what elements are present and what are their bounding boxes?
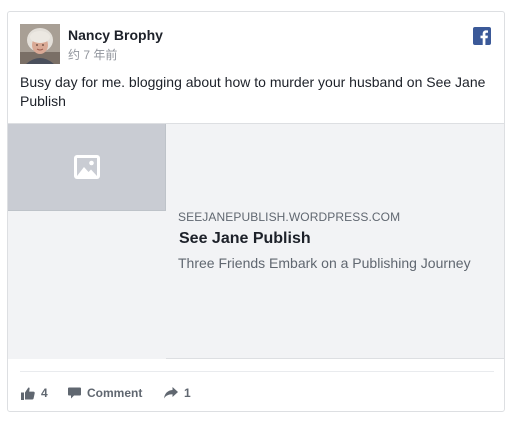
share-count: 1 <box>184 386 191 400</box>
link-description: Three Friends Embark on a Publishing Jou… <box>178 255 471 271</box>
share-arrow-icon <box>164 387 178 399</box>
comment-icon <box>68 387 81 399</box>
image-icon <box>74 155 100 179</box>
post-text: Busy day for me. blogging about how to m… <box>20 74 486 109</box>
link-title[interactable]: See Jane Publish <box>179 230 311 248</box>
link-preview[interactable]: SEEJANEPUBLISH.WORDPRESS.COM See Jane Pu… <box>8 123 504 359</box>
like-count: 4 <box>41 386 48 400</box>
author-name[interactable]: Nancy Brophy <box>68 27 163 43</box>
post-timestamp[interactable]: 约 7 年前 <box>68 46 117 63</box>
like-button[interactable]: 4 <box>21 384 48 402</box>
avatar-portrait <box>20 24 60 64</box>
link-thumbnail[interactable] <box>8 124 166 211</box>
thumbnail-gap <box>8 211 166 359</box>
facebook-icon[interactable] <box>473 27 491 45</box>
facebook-post-card: Nancy Brophy 约 7 年前 Busy day for me. blo… <box>7 11 505 412</box>
share-button[interactable]: 1 <box>164 384 191 402</box>
thumbs-up-icon <box>21 387 35 400</box>
author-avatar[interactable] <box>20 24 60 64</box>
actions-divider <box>20 371 494 372</box>
comment-button[interactable]: Comment <box>68 384 142 402</box>
link-domain: SEEJANEPUBLISH.WORDPRESS.COM <box>178 210 401 224</box>
comment-label: Comment <box>87 386 143 400</box>
